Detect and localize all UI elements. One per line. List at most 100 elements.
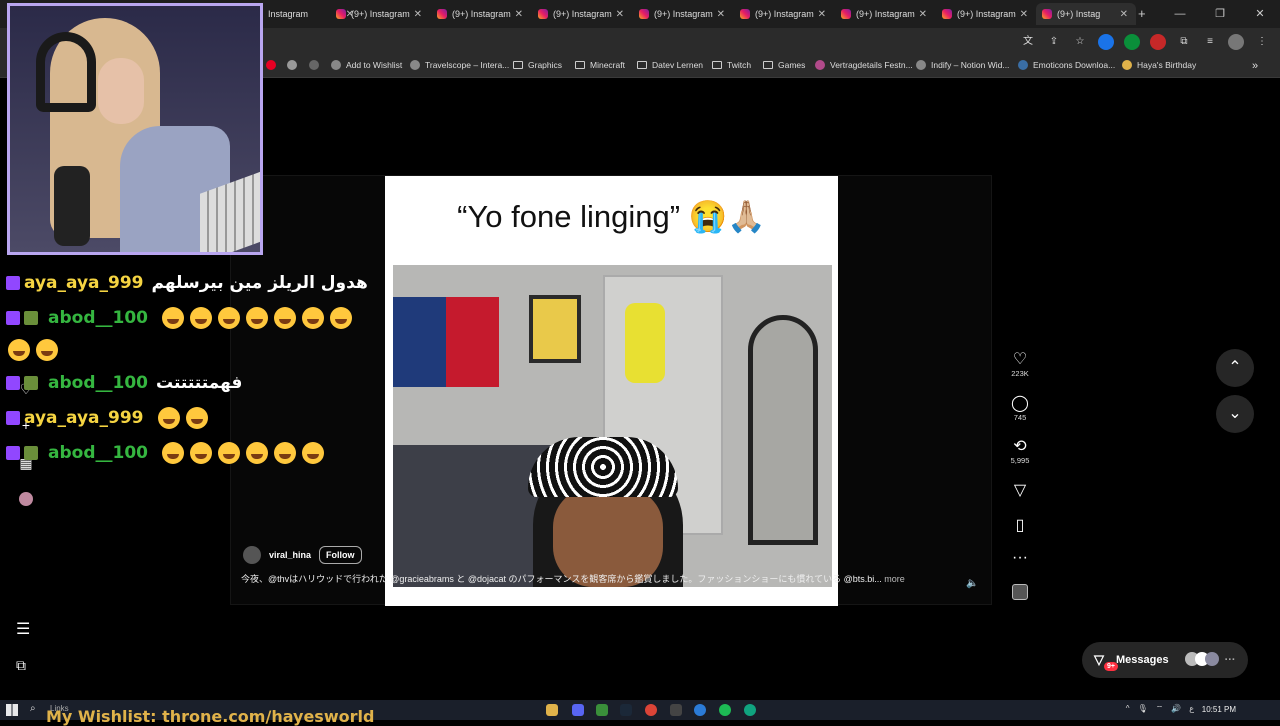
tray-expand-icon[interactable]: ^ (1126, 704, 1130, 714)
steam-icon[interactable] (620, 704, 632, 716)
app-icon[interactable] (694, 704, 706, 716)
rofl-emoji-icon (273, 441, 296, 464)
instagram-icon (639, 9, 649, 19)
chrome-icon[interactable] (645, 704, 657, 716)
instagram-icon (437, 9, 447, 19)
close-tab-icon[interactable]: ✕ (1020, 9, 1028, 20)
bookmark-item[interactable]: Travelscope – Intera... (410, 60, 509, 70)
close-tab-icon[interactable]: ✕ (1120, 9, 1128, 20)
close-tab-icon[interactable]: ✕ (818, 9, 826, 20)
minimize-icon[interactable]: — (1160, 0, 1200, 28)
stream-chat-overlay: aya_aya_999 هدول الريلز مين بيرسلهم abod… (6, 265, 386, 470)
share-button[interactable]: ▽ (1004, 480, 1036, 499)
apps-icon[interactable]: ⧉ (16, 657, 26, 674)
twitch-badge-icon (6, 375, 20, 390)
extension-icon[interactable] (1150, 34, 1166, 50)
laughing-emoji-icon (8, 339, 30, 361)
chat-message: aya_aya_999 (6, 400, 386, 435)
previous-reel-button[interactable]: ⌃ (1216, 349, 1254, 387)
browser-tab[interactable]: (9+) Instagram ✕ (936, 3, 1036, 25)
browser-tab-active[interactable]: (9+) Instag ✕ (1036, 3, 1136, 25)
bookmark-folder[interactable]: Twitch (712, 60, 751, 70)
network-icon[interactable]: ⌔ (1156, 704, 1164, 714)
hamburger-menu-icon[interactable]: ☰ (16, 619, 30, 639)
bookmark-item[interactable]: Haya's Birthday (1122, 60, 1196, 70)
bookmark-item[interactable]: Vertragdetails Festn... (815, 60, 913, 70)
bookmark-icon[interactable] (309, 60, 319, 70)
profile-avatar[interactable] (1228, 34, 1244, 50)
speaker-icon[interactable]: 🔈 (966, 578, 978, 589)
more-options-button[interactable]: ··· (1004, 549, 1036, 567)
avatar[interactable] (243, 546, 261, 564)
webcam-overlay (7, 3, 263, 255)
username[interactable]: viral_hina (269, 550, 311, 560)
browser-tab[interactable]: (9+) Instagram ✕ (330, 3, 430, 25)
bookmark-item[interactable]: Indify – Notion Wid... (916, 60, 1009, 70)
bookmark-folder[interactable]: Minecraft (575, 60, 625, 70)
repost-icon: ⟲ (1013, 438, 1027, 455)
system-tray: ^ 🎙 ⌔ 🔊 ع (1126, 704, 1194, 714)
save-button[interactable]: ▯ (1004, 515, 1036, 534)
avatar[interactable] (16, 492, 36, 509)
browser-tab[interactable]: (9+) Instagram ✕ (532, 3, 632, 25)
more-link[interactable]: more (884, 574, 905, 584)
bookmark-icon[interactable] (287, 60, 297, 70)
next-reel-button[interactable]: ⌄ (1216, 395, 1254, 433)
reel-video[interactable]: “Yo fone linging” 😭🙏🏼 (385, 176, 838, 606)
bookmark-folder[interactable]: Datev Lernen (637, 60, 703, 70)
audio-thumbnail[interactable] (1012, 584, 1028, 600)
headphones-image (36, 32, 96, 112)
clock[interactable]: 10:51 PM (1202, 705, 1236, 714)
like-button[interactable]: ♡ 223K (1004, 349, 1036, 378)
translate-icon[interactable]: 文 (1020, 34, 1036, 50)
messages-label: Messages (1116, 654, 1169, 666)
volume-icon[interactable]: 🔊 (1171, 704, 1181, 714)
menu-icon[interactable]: ⋮ (1254, 34, 1270, 50)
browser-tab[interactable]: (9+) Instagram ✕ (431, 3, 531, 25)
chat-message-continued (6, 335, 386, 365)
more-bookmarks-icon[interactable]: » (1252, 60, 1258, 72)
bookmark-folder[interactable]: Games (763, 60, 805, 70)
chat-message: aya_aya_999 هدول الريلز مين بيرسلهم (6, 265, 386, 300)
bookmark-star-icon[interactable]: ☆ (1072, 34, 1088, 50)
send-icon: ▽ (1013, 482, 1027, 499)
close-tab-icon[interactable]: ✕ (414, 9, 422, 20)
folder-icon (637, 61, 647, 69)
app-icon[interactable] (744, 704, 756, 716)
file-explorer-icon[interactable] (546, 704, 558, 716)
rofl-emoji-icon (217, 441, 240, 464)
bookmark-item[interactable]: Add to Wishlist (331, 60, 402, 70)
discord-icon[interactable] (572, 704, 584, 716)
browser-tab[interactable]: (9+) Instagram ✕ (734, 3, 834, 25)
search-icon[interactable]: ⌕ (30, 703, 36, 714)
messages-panel[interactable]: ▽ 9+ Messages ··· (1082, 642, 1248, 678)
close-window-icon[interactable]: ✕ (1240, 0, 1280, 28)
repost-button[interactable]: ⟲ 5,995 (1004, 436, 1036, 465)
bookmark-item[interactable]: Emoticons Downloa... (1018, 60, 1115, 70)
laughing-emoji-icon (329, 306, 352, 329)
browser-tab[interactable]: (9+) Instagram ✕ (633, 3, 733, 25)
ellipsis-icon: ··· (1012, 549, 1028, 566)
extension-icon[interactable] (1098, 34, 1114, 50)
language-icon[interactable]: ع (1189, 704, 1194, 714)
follow-button[interactable]: Follow (319, 546, 362, 564)
close-tab-icon[interactable]: ✕ (717, 9, 725, 20)
restore-icon[interactable]: ❐ (1200, 0, 1240, 28)
new-tab-icon[interactable]: + (1138, 6, 1146, 21)
reading-list-icon[interactable]: ≡ (1202, 34, 1218, 50)
browser-tab[interactable]: (9+) Instagram ✕ (835, 3, 935, 25)
close-tab-icon[interactable]: ✕ (616, 9, 624, 20)
install-icon[interactable]: ⇪ (1046, 34, 1062, 50)
app-icon[interactable] (719, 704, 731, 716)
pinterest-icon[interactable] (266, 60, 276, 70)
app-icon[interactable] (670, 704, 682, 716)
windows-start-icon[interactable] (6, 704, 18, 716)
bookmark-folder[interactable]: Graphics (513, 60, 562, 70)
app-icon[interactable] (596, 704, 608, 716)
comment-button[interactable]: ◯ 745 (1004, 393, 1036, 422)
extension-icon[interactable] (1124, 34, 1140, 50)
close-tab-icon[interactable]: ✕ (919, 9, 927, 20)
puzzle-icon[interactable]: ⧉ (1176, 34, 1192, 50)
close-tab-icon[interactable]: ✕ (515, 9, 523, 20)
microphone-icon[interactable]: 🎙 (1138, 704, 1148, 714)
